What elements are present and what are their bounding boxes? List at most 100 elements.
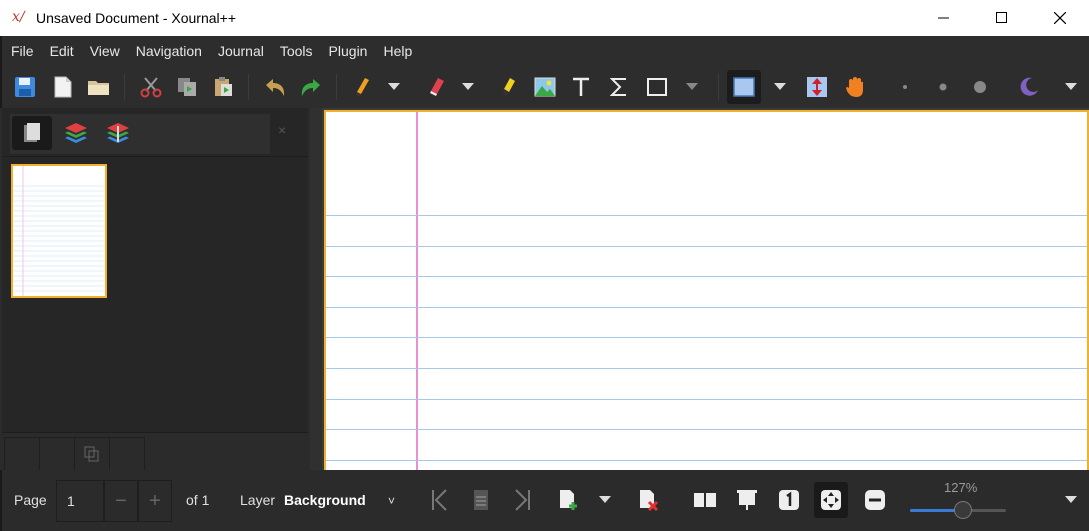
shape-rectangle-icon: [647, 78, 667, 96]
select-dropdown-icon: [774, 83, 786, 90]
page-decrement-button[interactable]: −: [104, 480, 138, 522]
menu-file[interactable]: File: [2, 36, 42, 66]
page-copy-button[interactable]: [74, 437, 110, 471]
layers-icon: [65, 123, 87, 143]
cut-button[interactable]: [134, 70, 168, 104]
menu-tools[interactable]: Tools: [272, 36, 321, 66]
page-number-input[interactable]: [56, 480, 104, 522]
select-dropdown-button[interactable]: [768, 70, 792, 104]
page-increment-button[interactable]: +: [138, 480, 172, 522]
shape-dropdown-button[interactable]: [680, 70, 704, 104]
more-dropdown-button[interactable]: [1056, 70, 1086, 104]
delete-page-button[interactable]: [632, 482, 666, 518]
maximize-button[interactable]: [973, 0, 1031, 36]
ruled-paper-lines: [326, 112, 1087, 476]
dot-medium-icon: [939, 83, 947, 91]
color-icon: [1020, 77, 1038, 96]
zoom-fit-icon: [821, 490, 841, 510]
statusbar-more-button[interactable]: [1056, 482, 1086, 518]
main-toolbar: [0, 66, 1089, 108]
highlighter-icon: [503, 78, 515, 96]
sidebar: ×: [2, 108, 308, 471]
color-button[interactable]: [1012, 70, 1046, 104]
zoom-fit-button[interactable]: [814, 482, 848, 518]
page-delete-button[interactable]: [109, 437, 145, 471]
minimize-icon: [938, 17, 949, 19]
menu-bar: File Edit View Navigation Journal Tools …: [0, 36, 1089, 66]
eraser-button[interactable]: [420, 70, 454, 104]
image-button[interactable]: [528, 70, 562, 104]
copy-button[interactable]: [170, 70, 204, 104]
paste-icon: [215, 77, 232, 96]
eraser-dropdown-icon: [462, 83, 474, 90]
menu-view[interactable]: View: [82, 36, 128, 66]
menu-edit[interactable]: Edit: [42, 36, 82, 66]
zoom-out-button[interactable]: [858, 482, 892, 518]
zoom-slider-handle[interactable]: [953, 501, 972, 519]
page-count-label: of 1: [186, 492, 210, 508]
presentation-mode-button[interactable]: [730, 482, 764, 518]
eraser-dropdown-button[interactable]: [456, 70, 480, 104]
layer-label: Layer: [240, 492, 276, 508]
image-icon: [534, 77, 556, 97]
save-icon: [15, 77, 35, 97]
minimize-button[interactable]: [915, 0, 973, 36]
cut-icon: [140, 77, 162, 98]
dot-medium-button[interactable]: [926, 70, 960, 104]
vertical-space-button[interactable]: [800, 70, 834, 104]
goto-page-icon: [474, 490, 488, 510]
tab-layers[interactable]: [56, 116, 96, 150]
pen-dropdown-button[interactable]: [382, 70, 406, 104]
sidebar-divider: [2, 156, 308, 157]
new-page-button[interactable]: [552, 482, 586, 518]
pen-icon: [357, 78, 369, 96]
zoom-100-button[interactable]: [772, 482, 806, 518]
highlighter-button[interactable]: [492, 70, 526, 104]
tab-page-preview[interactable]: [12, 116, 52, 150]
paste-button[interactable]: [206, 70, 240, 104]
tab-layer-preview[interactable]: [98, 116, 138, 150]
sidebar-close-button[interactable]: ×: [278, 122, 286, 138]
zoom-out-icon: [865, 490, 885, 510]
menu-journal[interactable]: Journal: [210, 36, 272, 66]
close-button[interactable]: [1031, 0, 1089, 36]
open-button[interactable]: [82, 70, 116, 104]
vertical-scrollbar[interactable]: [310, 108, 322, 470]
select-rectangle-button[interactable]: [727, 70, 761, 104]
page-move-up-button[interactable]: [4, 437, 40, 471]
pen-button[interactable]: [346, 70, 380, 104]
save-button[interactable]: [8, 70, 42, 104]
tex-button[interactable]: [602, 70, 636, 104]
toolbar-separator: [336, 74, 337, 100]
two-pages-button[interactable]: [688, 482, 722, 518]
shape-rectangle-button[interactable]: [640, 70, 674, 104]
statusbar-more-icon: [1065, 496, 1077, 503]
toolbar-separator: [248, 74, 249, 100]
menu-navigation[interactable]: Navigation: [128, 36, 210, 66]
hand-button[interactable]: [838, 70, 872, 104]
layer-dropdown-icon[interactable]: ˅: [388, 494, 395, 508]
document-page[interactable]: [324, 110, 1089, 476]
menu-plugin[interactable]: Plugin: [321, 36, 376, 66]
redo-icon: [301, 79, 320, 96]
page-thumbnail[interactable]: [11, 164, 107, 298]
redo-button[interactable]: [294, 70, 328, 104]
page-preview-icon: [24, 123, 40, 142]
xournal-app-icon: x∕: [12, 9, 25, 25]
dot-small-button[interactable]: [888, 70, 922, 104]
page-move-down-button[interactable]: [39, 437, 75, 471]
goto-page-button[interactable]: [464, 482, 498, 518]
delete-page-icon: [640, 490, 659, 511]
layer-select[interactable]: Background: [284, 492, 366, 508]
page-label: Page: [14, 492, 47, 508]
undo-button[interactable]: [258, 70, 292, 104]
text-button[interactable]: [564, 70, 598, 104]
document-canvas[interactable]: [310, 108, 1089, 476]
new-document-button[interactable]: [46, 70, 80, 104]
new-page-dropdown-button[interactable]: [592, 482, 618, 518]
dot-large-button[interactable]: [963, 70, 997, 104]
first-page-button[interactable]: [422, 482, 456, 518]
window-title: Unsaved Document - Xournal++: [36, 10, 236, 26]
menu-help[interactable]: Help: [375, 36, 420, 66]
last-page-button[interactable]: [506, 482, 540, 518]
